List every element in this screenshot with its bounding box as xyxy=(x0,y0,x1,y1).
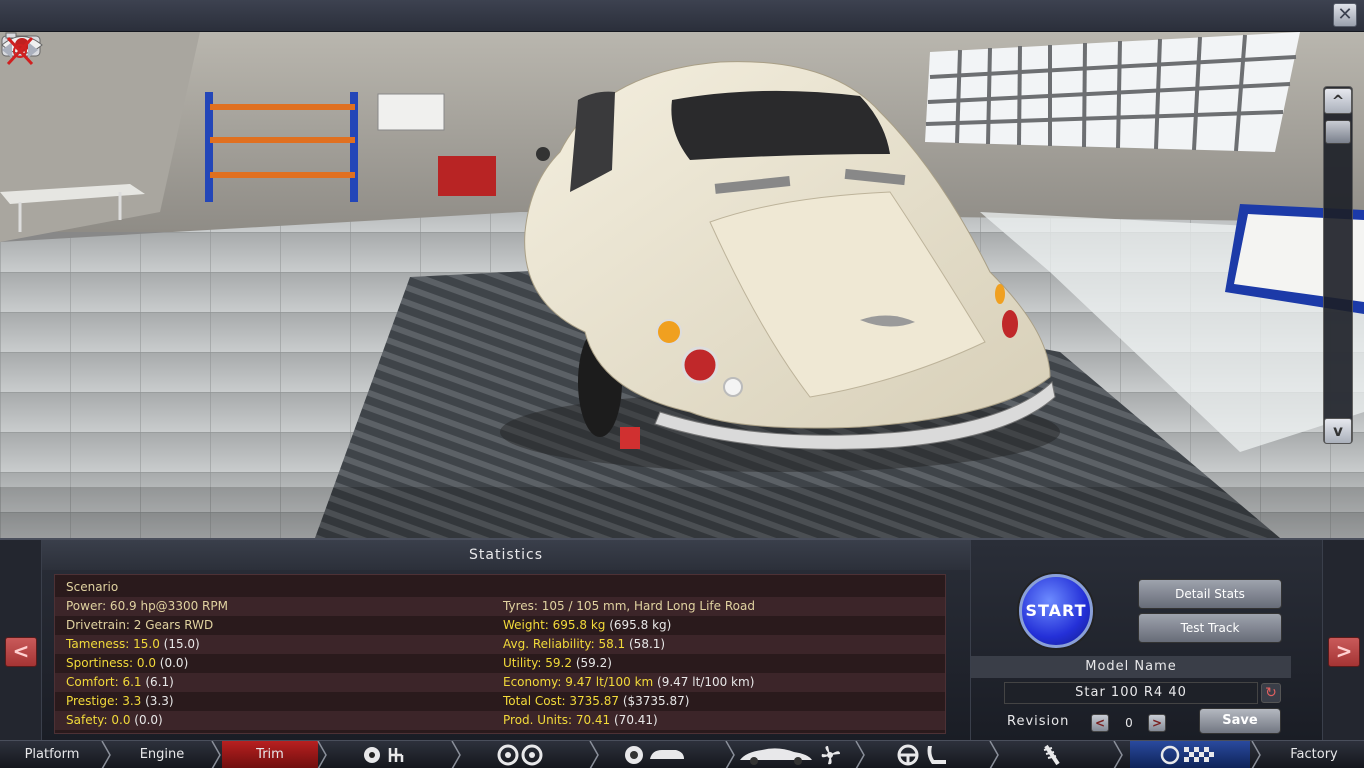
stat-row xyxy=(55,578,945,597)
stat-value: (58.1) xyxy=(625,637,666,651)
car-3d-viewport[interactable]: ^ v xyxy=(0,32,1364,538)
prev-section-button[interactable]: < xyxy=(5,637,37,667)
suspension-icons[interactable] xyxy=(1040,744,1064,766)
stat-right-6: Total Cost: 3735.87 ($3735.87) xyxy=(503,692,689,711)
detail-stats-button[interactable]: Detail Stats xyxy=(1138,579,1282,609)
revision-value: 0 xyxy=(1125,716,1133,730)
tab-platform[interactable]: Platform xyxy=(0,741,104,768)
garage-scene xyxy=(0,32,1364,538)
stat-label: Drivetrain: 2 Gears RWD xyxy=(66,618,214,632)
grab-move-icon[interactable] xyxy=(0,32,40,68)
stat-left-1: Power: 60.9 hp@3300 RPM xyxy=(66,597,228,616)
factory-window xyxy=(925,32,1300,152)
stat-label: Utility: 59.2 xyxy=(503,656,572,670)
stat-right-2: Weight: 695.8 kg (695.8 kg) xyxy=(503,616,671,635)
stat-left-4: Sportiness: 0.0 (0.0) xyxy=(66,654,188,673)
stat-right-7: Prod. Units: 70.41 (70.41) xyxy=(503,711,658,730)
stat-left-3: Tameness: 15.0 (15.0) xyxy=(66,635,200,654)
statistics-panel: Scenario Power: 60.9 hp@3300 RPM Drivetrai… xyxy=(54,574,946,734)
model-name-input[interactable]: Star 100 R4 40 xyxy=(1004,682,1258,704)
stat-label: Tyres: 105 / 105 mm, Hard Long Life Road xyxy=(503,599,755,613)
design-stage-nav: Platform Engine Trim Factory xyxy=(0,740,1364,768)
close-button[interactable]: ✕ xyxy=(1333,3,1357,27)
tab-factory[interactable]: Factory xyxy=(1264,741,1364,768)
left-pane: < xyxy=(0,540,42,742)
stat-right-1: Tyres: 105 / 105 mm, Hard Long Life Road xyxy=(503,597,755,616)
stat-row xyxy=(55,692,945,711)
stat-label: Scenario xyxy=(66,580,119,594)
actions-area: START Detail Stats Test Track Model Name… xyxy=(970,540,1292,742)
body-icons[interactable] xyxy=(622,744,686,766)
stat-left-6: Prestige: 3.3 (3.3) xyxy=(66,692,174,711)
stat-row xyxy=(55,654,945,673)
stat-label: Avg. Reliability: 58.1 xyxy=(503,637,626,651)
scroll-down-icon[interactable]: v xyxy=(1324,418,1352,444)
stat-label: Power: 60.9 hp@3300 RPM xyxy=(66,599,228,613)
wheels-icons[interactable] xyxy=(496,744,546,766)
stat-value: (695.8 kg) xyxy=(605,618,672,632)
car-aero-icons[interactable] xyxy=(738,744,844,766)
stat-right-3: Avg. Reliability: 58.1 (58.1) xyxy=(503,635,665,654)
whiteboard xyxy=(377,93,445,131)
stat-label: Tameness: 15.0 xyxy=(66,637,160,651)
stat-left-5: Comfort: 6.1 (6.1) xyxy=(66,673,174,692)
stat-value: (59.2) xyxy=(572,656,612,670)
stat-right-4: Utility: 59.2 (59.2) xyxy=(503,654,612,673)
stat-label: Prestige: 3.3 xyxy=(66,694,142,708)
scroll-up-icon[interactable]: ^ xyxy=(1324,88,1352,114)
scroll-thumb[interactable] xyxy=(1325,120,1351,144)
stat-value: (0.0) xyxy=(130,713,163,727)
stat-left-0: Scenario xyxy=(66,578,118,597)
stat-value: (9.47 lt/100 km) xyxy=(653,675,755,689)
stat-value: (0.0) xyxy=(155,656,189,670)
stat-left-7: Safety: 0.0 (0.0) xyxy=(66,711,163,730)
test-drive-icons[interactable] xyxy=(1158,744,1218,766)
toolbox xyxy=(438,156,496,196)
stat-label: Total Cost: 3735.87 xyxy=(503,694,619,708)
stat-value: (6.1) xyxy=(141,675,174,689)
stat-right-5: Economy: 9.47 lt/100 km (9.47 lt/100 km) xyxy=(503,673,754,692)
stat-value: (15.0) xyxy=(159,637,200,651)
right-pane: > xyxy=(1322,540,1364,742)
test-track-button[interactable]: Test Track xyxy=(1138,613,1282,643)
stat-row xyxy=(55,673,945,692)
next-section-button[interactable]: > xyxy=(1328,637,1360,667)
stat-value: (3.3) xyxy=(141,694,174,708)
refresh-icon[interactable]: ↻ xyxy=(1261,683,1281,703)
tab-engine[interactable]: Engine xyxy=(112,741,212,768)
interior-icons[interactable] xyxy=(896,744,952,766)
statistics-title: Statistics xyxy=(42,540,970,570)
revision-next-button[interactable]: > xyxy=(1148,714,1166,732)
bottom-panel: < > Statistics Scenario Power: 60.9 hp@33… xyxy=(0,538,1364,742)
stat-value: ($3735.87) xyxy=(619,694,690,708)
model-name-title: Model Name xyxy=(971,656,1291,678)
engine-gearbox-icons[interactable] xyxy=(360,744,412,766)
stat-label: Sportiness: 0.0 xyxy=(66,656,156,670)
revision-label: Revision xyxy=(1007,714,1070,729)
stat-row xyxy=(55,711,945,730)
stat-left-2: Drivetrain: 2 Gears RWD xyxy=(66,616,213,635)
stat-label: Comfort: 6.1 xyxy=(66,675,142,689)
stat-label: Prod. Units: 70.41 xyxy=(503,713,611,727)
tab-trim[interactable]: Trim xyxy=(222,741,318,768)
revision-prev-button[interactable]: < xyxy=(1091,714,1109,732)
stat-value: (70.41) xyxy=(610,713,658,727)
stat-label: Safety: 0.0 xyxy=(66,713,131,727)
title-bar: ✕ xyxy=(0,0,1364,32)
stat-label: Weight: 695.8 kg xyxy=(503,618,606,632)
stat-label: Economy: 9.47 lt/100 km xyxy=(503,675,654,689)
start-button[interactable]: START xyxy=(1019,574,1093,648)
save-button[interactable]: Save xyxy=(1199,708,1281,734)
